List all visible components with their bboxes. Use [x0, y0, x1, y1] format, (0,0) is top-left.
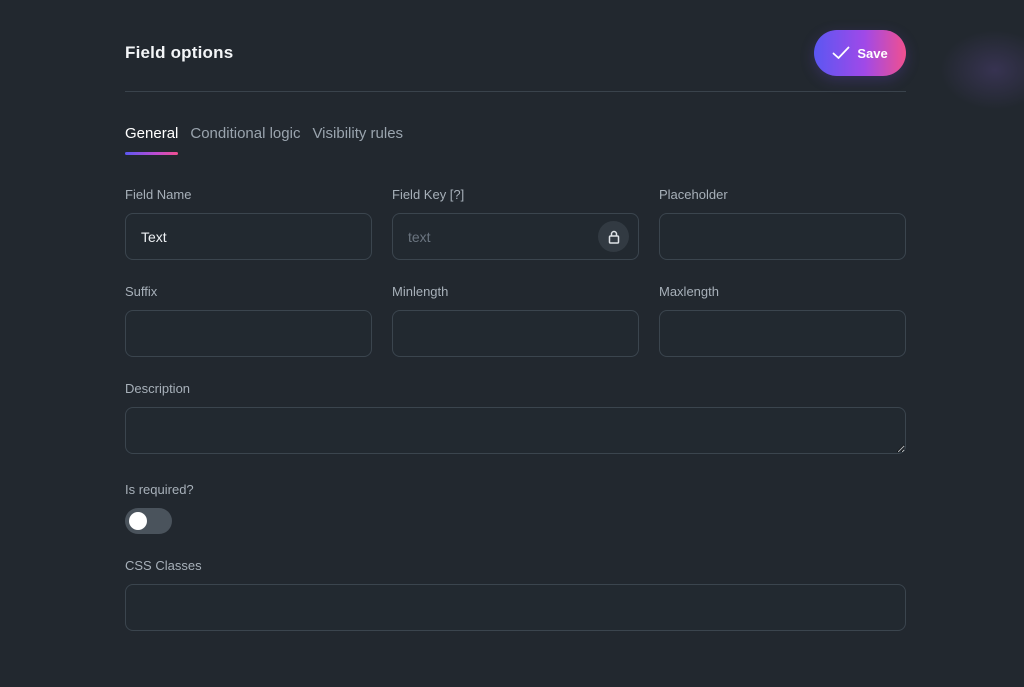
description-label: Description	[125, 381, 191, 396]
css-classes-label: CSS Classes	[125, 558, 202, 573]
header-divider	[125, 91, 906, 92]
suffix-input[interactable]	[125, 310, 372, 357]
tab-visibility-rules[interactable]: Visibility rules	[312, 125, 403, 155]
suffix-label: Suffix	[125, 284, 158, 299]
toggle-knob	[129, 512, 147, 530]
tab-bar: General Conditional logic Visibility rul…	[125, 125, 403, 155]
maxlength-label: Maxlength	[659, 284, 719, 299]
tab-general[interactable]: General	[125, 125, 179, 155]
is-required-label: Is required?	[125, 482, 194, 497]
check-icon	[832, 46, 850, 59]
field-key-lock-button[interactable]	[598, 221, 629, 252]
lock-icon	[608, 230, 619, 244]
field-name-label: Field Name	[125, 187, 192, 202]
panel-header: Field options Save	[125, 30, 906, 76]
field-name-input[interactable]	[125, 213, 372, 260]
minlength-input[interactable]	[392, 310, 639, 357]
is-required-toggle[interactable]	[125, 508, 172, 534]
minlength-label: Minlength	[392, 284, 449, 299]
placeholder-input[interactable]	[659, 213, 906, 260]
save-button-label: Save	[857, 45, 888, 61]
description-textarea[interactable]	[125, 407, 906, 454]
page-title: Field options	[125, 43, 234, 62]
field-options-panel: Field options Save General Conditional l…	[125, 0, 906, 687]
background-glow	[940, 30, 1024, 110]
placeholder-label: Placeholder	[659, 187, 728, 202]
css-classes-input[interactable]	[125, 584, 906, 631]
field-key-label: Field Key [?]	[392, 187, 465, 202]
tab-conditional-logic[interactable]: Conditional logic	[190, 125, 300, 155]
maxlength-input[interactable]	[659, 310, 906, 357]
save-button[interactable]: Save	[814, 30, 906, 76]
